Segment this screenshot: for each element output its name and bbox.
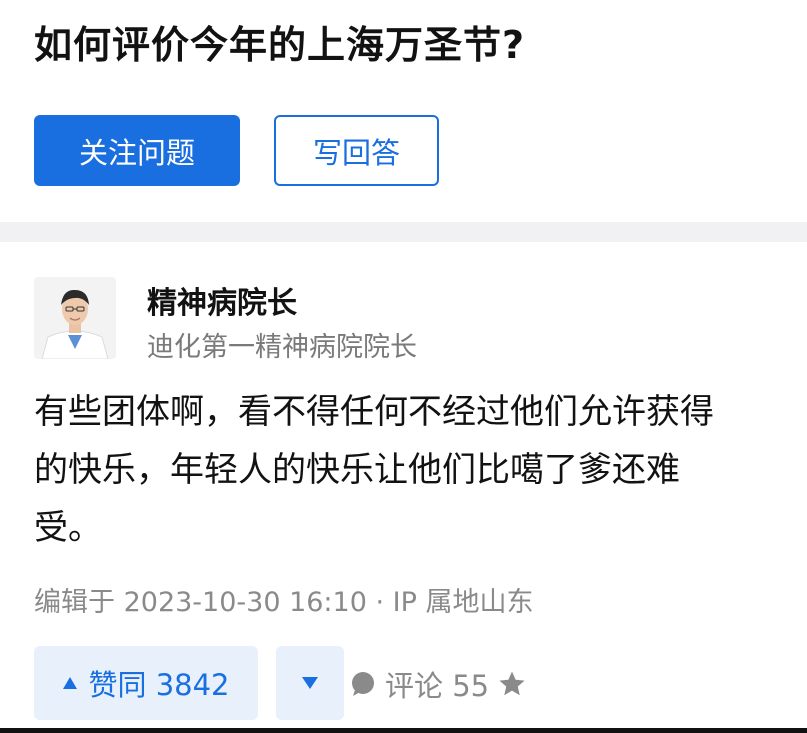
avatar[interactable] bbox=[34, 277, 116, 359]
downvote-button[interactable] bbox=[276, 646, 344, 720]
bottom-edge bbox=[0, 728, 807, 733]
upvote-triangle-icon bbox=[63, 677, 78, 689]
downvote-triangle-icon bbox=[302, 677, 318, 689]
author-name[interactable]: 精神病院长 bbox=[147, 278, 297, 322]
answer-content-line: 的快乐，年轻人的快乐让他们比噶了爹还难 bbox=[34, 450, 680, 490]
upvote-label: 赞同 3842 bbox=[88, 668, 230, 702]
star-icon[interactable] bbox=[497, 669, 527, 699]
comment-label: 评论 55 bbox=[385, 669, 490, 703]
edit-meta: 编辑于 2023-10-30 16:10 · IP 属地山东 bbox=[34, 587, 534, 618]
answer-content-line: 受。 bbox=[34, 508, 102, 548]
answer-content: 有些团体啊，看不得任何不经过他们允许获得 的快乐，年轻人的快乐让他们比噶了爹还难… bbox=[34, 383, 794, 557]
comment-bubble-icon bbox=[352, 672, 374, 696]
upvote-button[interactable]: 赞同 3842 bbox=[34, 646, 258, 720]
question-title: 如何评价今年的上海万圣节? bbox=[34, 23, 526, 67]
avatar-portrait-icon bbox=[34, 277, 116, 359]
write-answer-button[interactable]: 写回答 bbox=[274, 115, 439, 186]
answer-content-line: 有些团体啊，看不得任何不经过他们允许获得 bbox=[34, 392, 714, 432]
comment-button[interactable]: 评论 55 bbox=[349, 664, 527, 704]
section-divider bbox=[0, 222, 807, 242]
author-bio: 迪化第一精神病院院长 bbox=[147, 332, 417, 363]
follow-question-button[interactable]: 关注问题 bbox=[34, 115, 240, 186]
